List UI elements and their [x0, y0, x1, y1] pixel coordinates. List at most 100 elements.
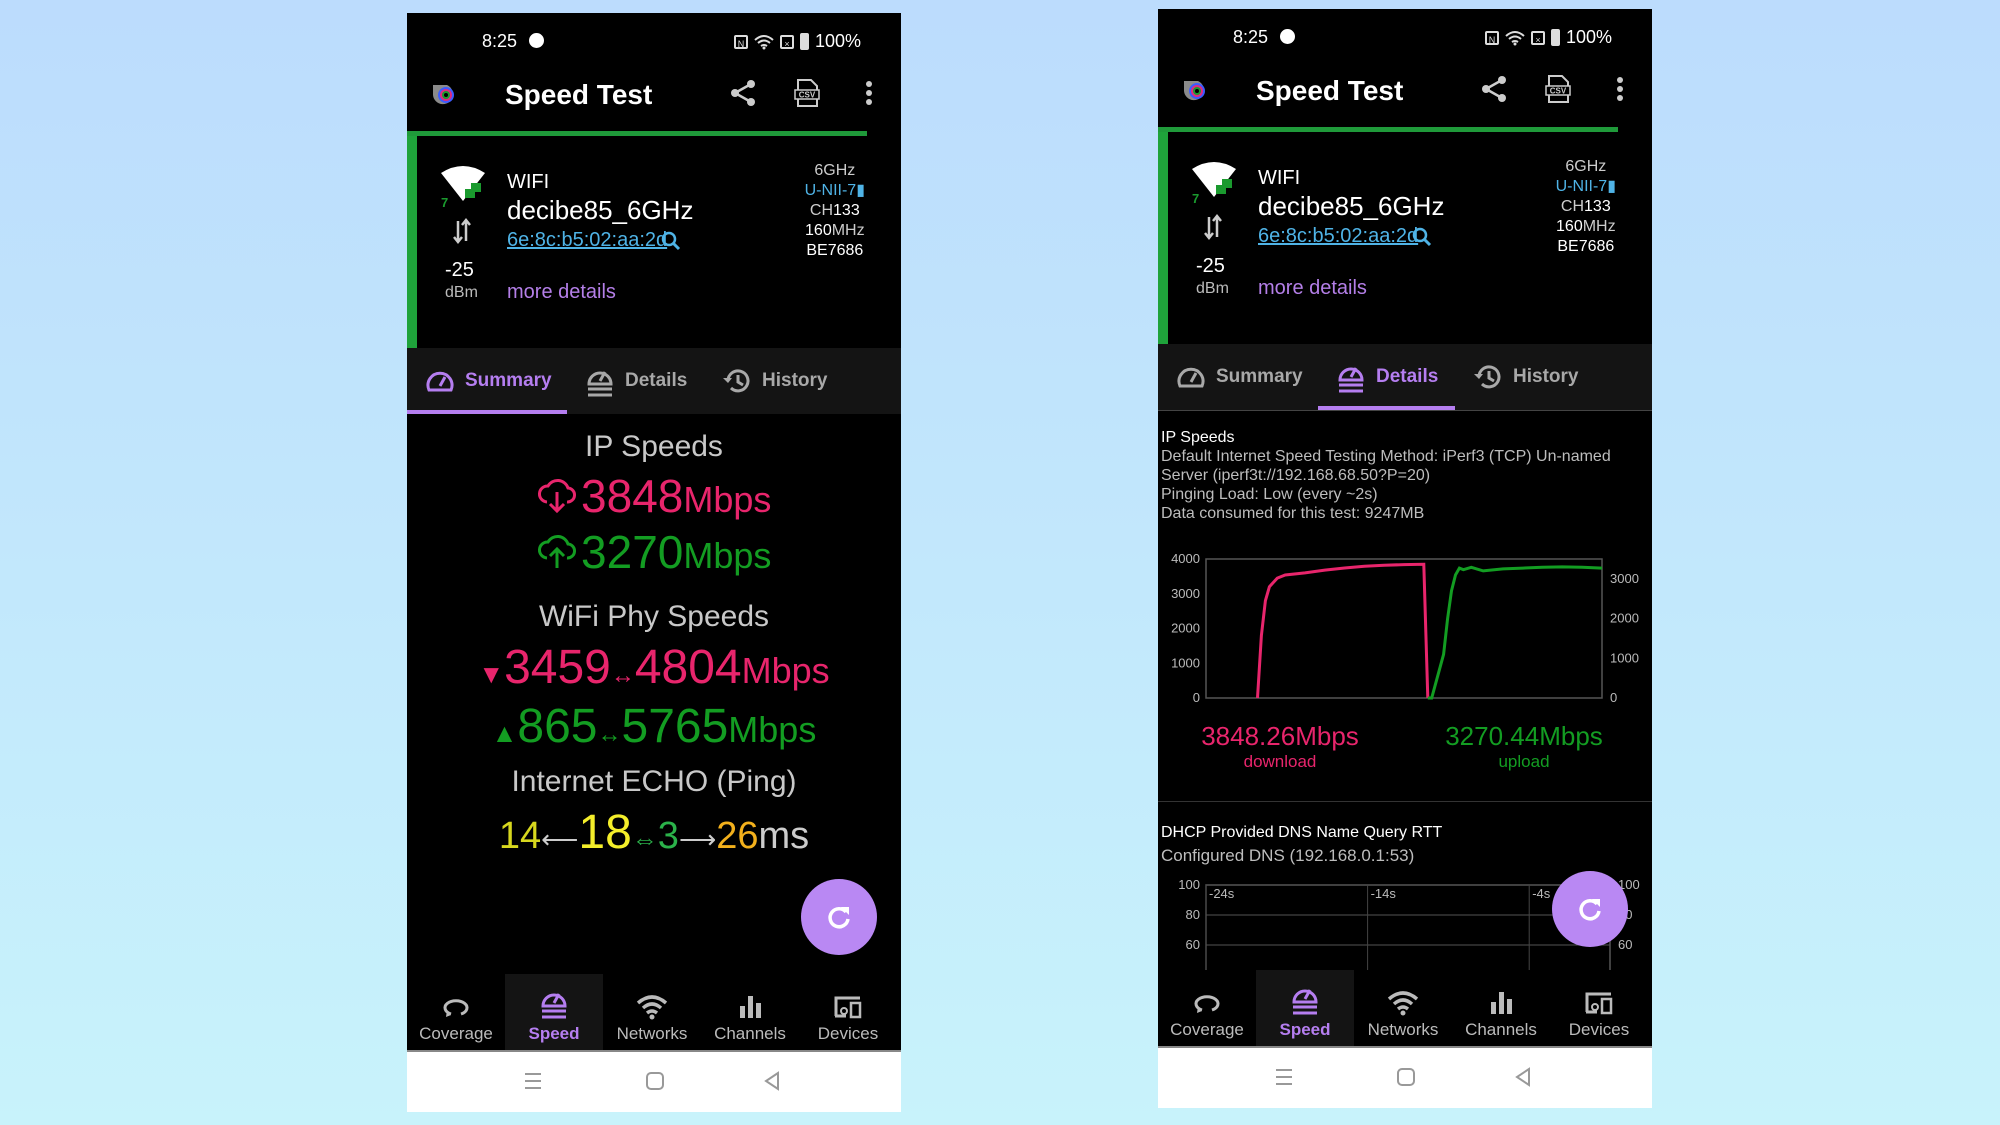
tab-bar: Summary Details History [1158, 344, 1652, 411]
csv-export-icon[interactable]: CSV [791, 77, 823, 109]
download-result-value: 3848.26Mbps [1201, 721, 1359, 751]
nav-devices[interactable]: Devices [799, 974, 897, 1052]
jitter-arrow-icon: ⇔ [631, 824, 658, 854]
nav-channels[interactable]: Channels [701, 974, 799, 1052]
width-unit: MHz [1582, 218, 1616, 235]
coverage-icon [443, 999, 469, 1017]
ap-model: BE7686 [1557, 238, 1615, 255]
channel-prefix: CH [1560, 198, 1585, 215]
left-axis-tick: 1000 [1171, 655, 1200, 670]
nfc-icon: N [1484, 30, 1499, 45]
data-transfer-icon [1204, 213, 1222, 241]
app-title: Speed Test [1256, 75, 1404, 106]
wifi-signal-lock-icon: 7 [1192, 162, 1236, 206]
tab-history[interactable]: History [722, 348, 827, 414]
phy-down-range: ▼3459↔4804Mbps [407, 640, 901, 695]
nav-speed-label: Speed [1279, 1020, 1331, 1039]
series-line-download [1256, 562, 1430, 699]
lookup-search-icon[interactable] [661, 231, 681, 251]
tab-history[interactable]: History [1473, 344, 1578, 410]
refresh-icon [828, 907, 850, 929]
home-icon[interactable] [645, 1070, 665, 1092]
bottom-navigation: Coverage Speed Networks Channels Devices [407, 974, 901, 1052]
share-icon[interactable] [727, 77, 759, 109]
nav-speed[interactable]: Speed [1256, 970, 1354, 1048]
status-icons: N × 100% [733, 31, 861, 52]
csv-export-icon[interactable]: CSV [1542, 73, 1574, 105]
share-icon[interactable] [1478, 73, 1510, 105]
app-logo-icon [1184, 81, 1205, 101]
back-icon[interactable] [762, 1070, 782, 1092]
tab-details-label: Details [1376, 366, 1439, 387]
nav-coverage[interactable]: Coverage [1158, 970, 1256, 1048]
ip-speeds-info: IP Speeds Default Internet Speed Testing… [1161, 428, 1611, 523]
more-vert-icon[interactable] [853, 77, 885, 109]
right-arrow-icon: ⟶ [678, 824, 717, 854]
dns-info: DHCP Provided DNS Name Query RTT Configu… [1161, 821, 1442, 867]
nav-coverage[interactable]: Coverage [407, 974, 505, 1052]
wifi-icon [1387, 991, 1419, 1016]
left-axis-tick: 100 [1178, 877, 1200, 892]
rerun-test-button[interactable] [1552, 871, 1628, 947]
tab-summary[interactable]: Summary [1176, 344, 1303, 410]
home-icon[interactable] [1396, 1066, 1416, 1088]
recents-icon[interactable] [523, 1070, 543, 1092]
history-icon [1474, 365, 1501, 389]
test-server: Server (iperf3t://192.168.68.50?P=20) [1161, 467, 1431, 484]
download-value: 3848 [581, 470, 684, 522]
ip-speeds-heading: IP Speeds [585, 430, 723, 463]
more-vert-icon[interactable] [1604, 73, 1636, 105]
tab-details[interactable]: Details [585, 348, 687, 414]
battery-level: 100% [1565, 27, 1612, 47]
connection-type: WIFI [507, 171, 550, 193]
app-logo-icon [433, 85, 454, 105]
nav-networks[interactable]: Networks [603, 974, 701, 1052]
svg-text:CSV: CSV [1550, 87, 1567, 96]
nav-channels[interactable]: Channels [1452, 970, 1550, 1048]
ip-speed-chart: 4000 3000 2000 1000 0 3000 2000 1000 0 [1171, 551, 1639, 705]
devices-icon [834, 996, 862, 1019]
phy-down-min: 3459 [504, 641, 611, 694]
upload-value: 3270 [581, 526, 684, 578]
lookup-search-icon[interactable] [1412, 227, 1432, 247]
active-tab-indicator [1318, 406, 1455, 410]
channel-width: 160 [805, 222, 832, 239]
rerun-test-button[interactable] [801, 879, 877, 955]
subband-bars-icon: ▮ [856, 182, 865, 199]
phy-down-max: 4804 [634, 641, 742, 694]
right-axis-tick: 2000 [1610, 611, 1639, 626]
phy-down-unit: Mbps [741, 650, 830, 691]
speedometer-icon [1177, 367, 1205, 388]
back-icon[interactable] [1513, 1066, 1533, 1088]
data-transfer-icon [453, 217, 471, 245]
ping-min: 14 [498, 815, 542, 857]
tab-details[interactable]: Details [1336, 344, 1438, 410]
ssid: decibe85_6GHz [507, 195, 694, 225]
nav-speed-label: Speed [528, 1024, 580, 1043]
range-arrow-icon: ↔ [597, 721, 622, 748]
left-axis-tick: 80 [1186, 907, 1200, 922]
phy-speeds-heading: WiFi Phy Speeds [538, 600, 770, 633]
bssid-link[interactable]: 6e:8c:b5:02:aa:2d [507, 229, 667, 252]
x-axis-tick: -24s [1209, 886, 1235, 901]
upload-speed: 3270Mbps [407, 525, 901, 579]
nav-devices[interactable]: Devices [1550, 970, 1648, 1048]
recents-icon[interactable] [1274, 1066, 1294, 1088]
upload-result-value: 3270.44Mbps [1445, 721, 1603, 751]
phy-up-range: ▲865↔5765Mbps [407, 699, 901, 754]
app-title: Speed Test [505, 79, 653, 110]
battery-level: 100% [814, 31, 861, 51]
rssi-value: -25 [1196, 255, 1225, 277]
tab-summary[interactable]: Summary [425, 348, 552, 414]
bssid-link[interactable]: 6e:8c:b5:02:aa:2d [1258, 225, 1418, 248]
phy-up-max: 5765 [621, 700, 729, 753]
more-details-link[interactable]: more details [1258, 277, 1367, 300]
width-unit: MHz [831, 222, 865, 239]
more-details-link[interactable]: more details [507, 281, 616, 304]
nav-networks[interactable]: Networks [1354, 970, 1452, 1048]
nav-speed[interactable]: Speed [505, 974, 603, 1052]
system-navigation-bar [1158, 1046, 1652, 1108]
subband: U-NII-7 [1555, 178, 1608, 195]
rssi-unit: dBm [1196, 280, 1229, 297]
band-info: 6GHz U-NII-7▮ CH133 160MHz BE7686 [805, 161, 865, 261]
